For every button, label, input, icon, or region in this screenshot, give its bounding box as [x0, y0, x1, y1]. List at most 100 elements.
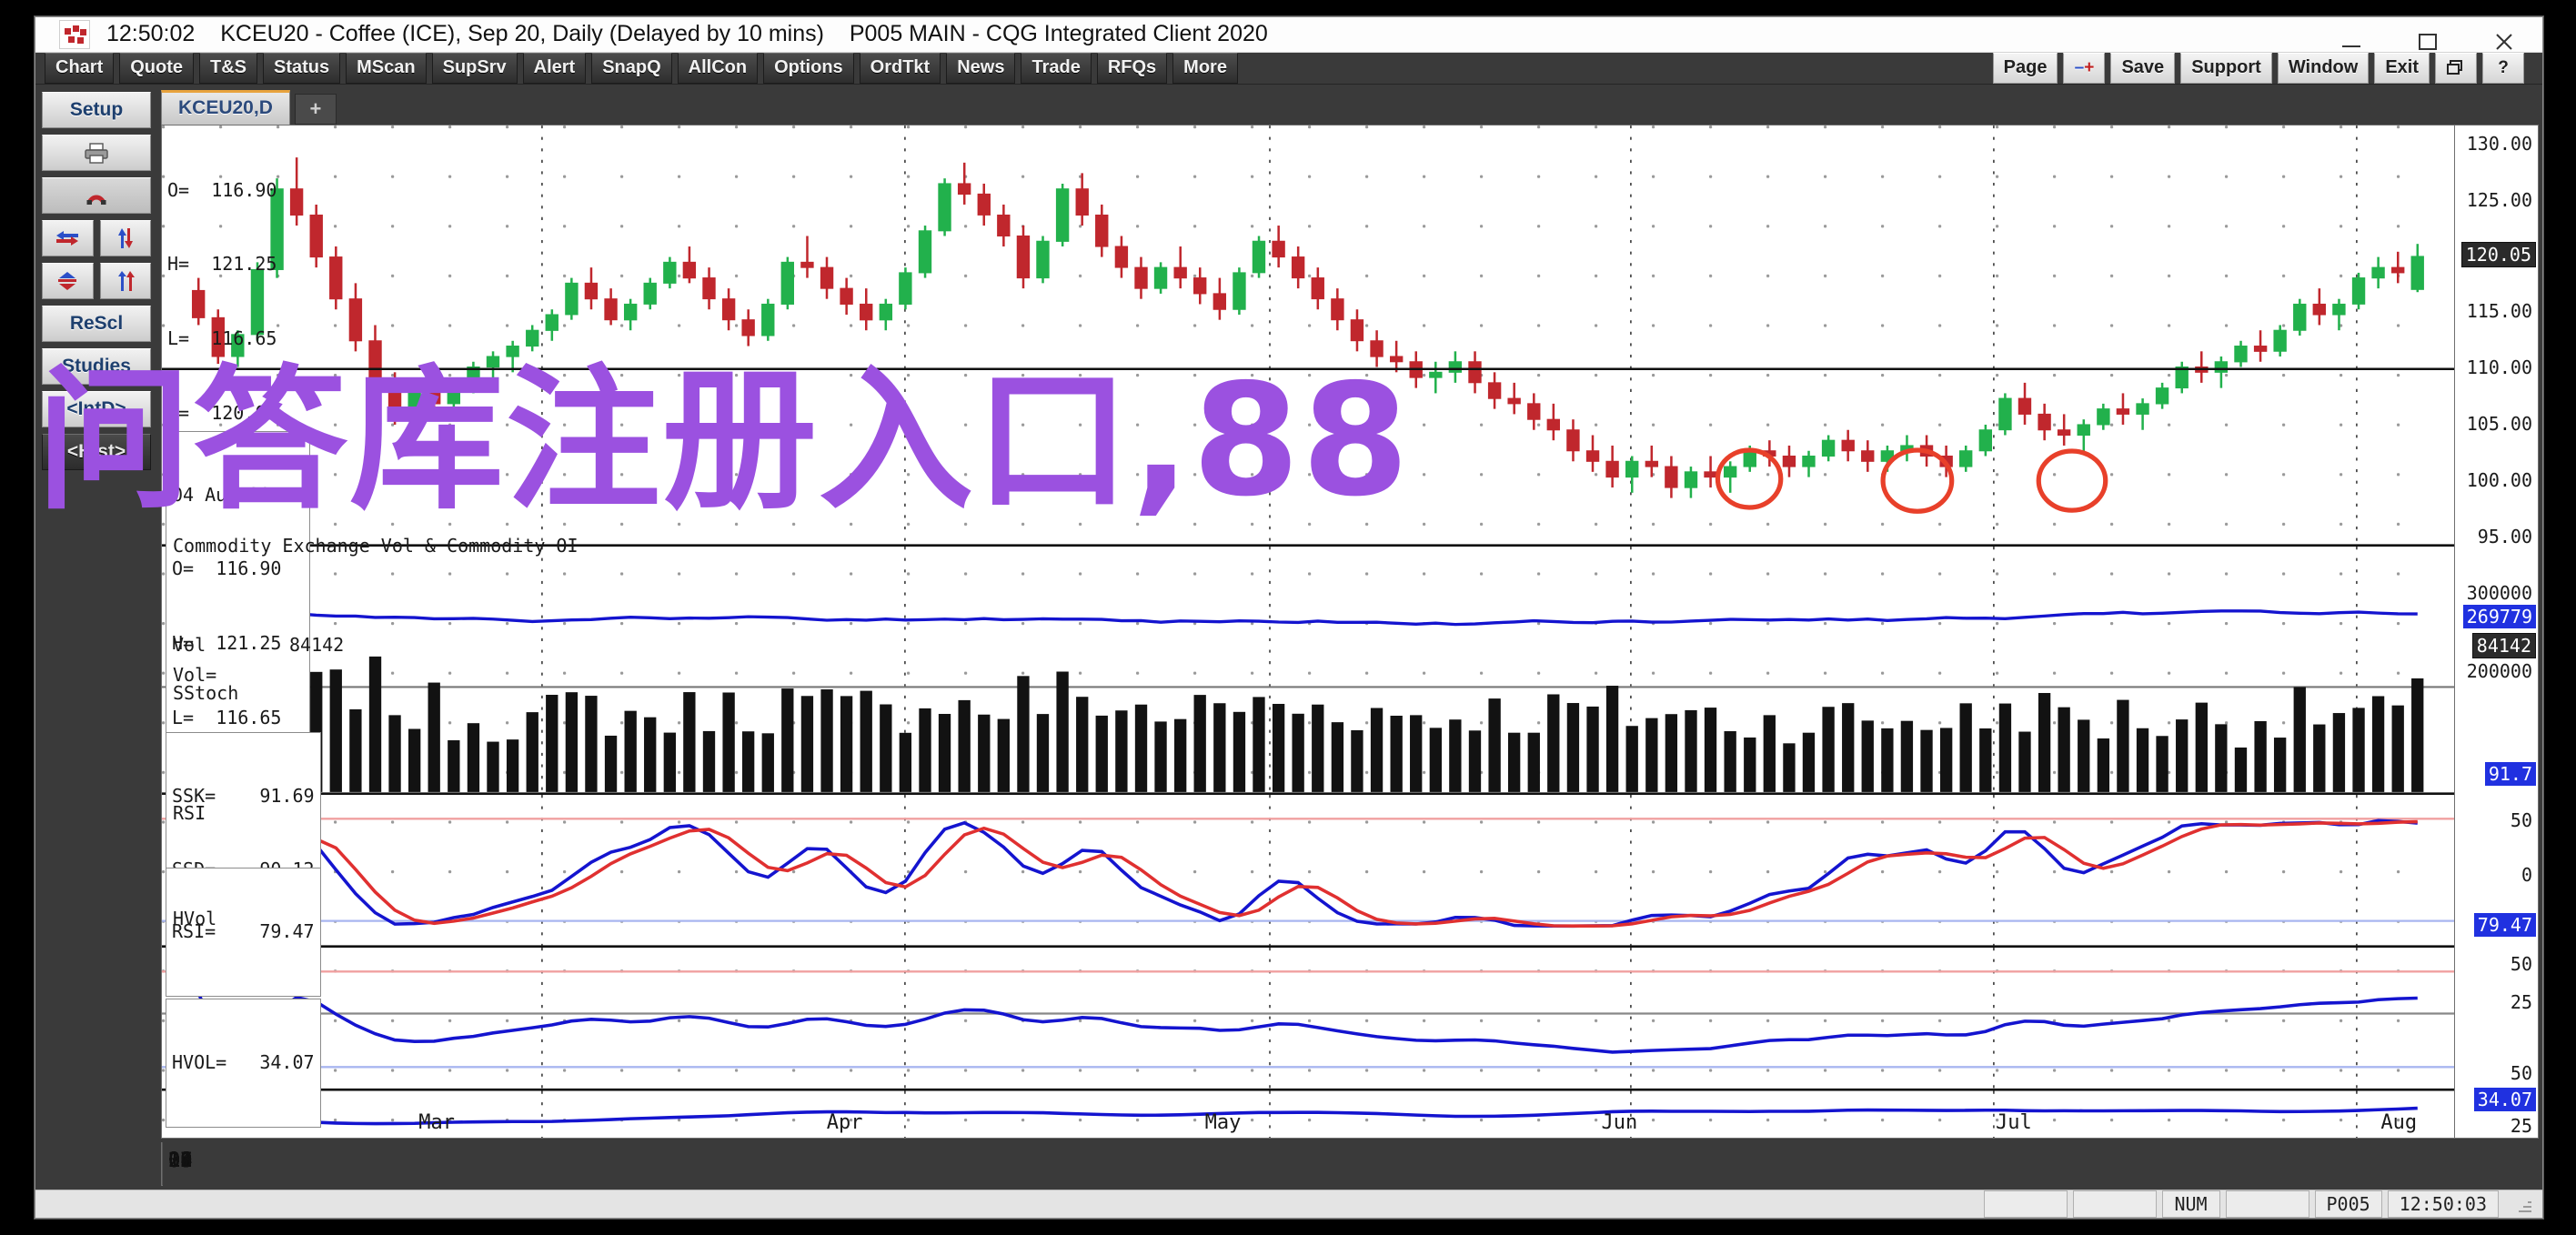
status-num-indicator: NUM — [2162, 1190, 2220, 1218]
arrows-vertical-icon — [115, 226, 136, 250]
toolbar-button-save[interactable]: Save — [2110, 53, 2175, 84]
toolbar-button-zoom-plusminus[interactable]: –+ — [2063, 53, 2105, 84]
toolbar-button-more[interactable]: More — [1172, 53, 1238, 84]
chart-tab-strip: KCEU20,D + — [157, 85, 2542, 125]
chart-area: O= 116.90 H= 121.25 L= 116.65 L= 120.05 … — [157, 125, 2542, 1142]
date-label: 03 — [168, 1150, 193, 1172]
status-bar: NUM P005 12:50:03 — [35, 1190, 2542, 1218]
toolbar-button-status[interactable]: Status — [263, 53, 340, 84]
resize-grip-icon[interactable] — [2506, 1190, 2533, 1218]
cqg-application-window: 12:50:02 KCEU20 - Coffee (ICE), Sep 20, … — [35, 16, 2543, 1219]
stochastics-panel-title: SStoch — [173, 682, 238, 704]
hvol-tick-25: 25 — [2511, 1115, 2532, 1137]
toolbar-button-alert[interactable]: Alert — [523, 53, 587, 84]
chart-column: KCEU20,D + — [157, 85, 2542, 1190]
arrows-horizontal-icon — [54, 228, 81, 248]
sidebar-button-magnet[interactable] — [42, 177, 151, 214]
open-interest-current-badge: 269779 — [2463, 605, 2536, 628]
month-label-aug: Aug — [2380, 1111, 2417, 1134]
toolbar-button-snapq[interactable]: SnapQ — [591, 53, 671, 84]
toolbar-button-ordtkt[interactable]: OrdTkt — [860, 53, 941, 84]
price-tick-110: 110.00 — [2467, 356, 2532, 378]
chart-canvas[interactable]: O= 116.90 H= 121.25 L= 116.65 L= 120.05 … — [161, 125, 2455, 1139]
price-tick-125: 125.00 — [2467, 189, 2532, 211]
toolbar-button-support[interactable]: Support — [2180, 53, 2272, 84]
hvol-readout-box: HVOL= 34.07 — [166, 999, 321, 1129]
chart-sidebar: Setup — [35, 85, 157, 1190]
price-tick-130: 130.00 — [2467, 133, 2532, 155]
rsi-tick-25: 25 — [2511, 991, 2532, 1013]
ohlc-high-label: H= — [167, 253, 189, 275]
rsi-value: 79.47 — [259, 920, 314, 942]
toolbar-button-rfqs[interactable]: RFQs — [1097, 53, 1167, 84]
hvol-tick-50: 50 — [2511, 1062, 2532, 1084]
sidebar-button-print[interactable] — [42, 135, 151, 171]
stochastic-tick-50: 50 — [2511, 809, 2532, 831]
cursor-low-value: 116.65 — [216, 707, 281, 728]
toolbar-button-quote[interactable]: Quote — [119, 53, 194, 84]
volume-panel-label: Vol — [173, 634, 206, 656]
add-tab-button[interactable]: + — [295, 94, 337, 125]
rsi-tick-50: 50 — [2511, 953, 2532, 975]
cursor-open-value: 116.90 — [216, 557, 281, 579]
ohlc-high-value: 121.25 — [211, 253, 277, 275]
toolbar-button-mscan[interactable]: MScan — [346, 53, 426, 84]
toolbar-button-supsrv[interactable]: SupSrv — [432, 53, 518, 84]
month-label-jul: Jul — [1996, 1111, 2032, 1134]
toolbar-right-group: Page –+ Save Support Window Exit ? — [1993, 53, 2530, 84]
main-toolbar: Chart Quote T&S Status MScan SupSrv Aler… — [35, 53, 2542, 85]
ohlc-low-label: L= — [167, 327, 189, 349]
sidebar-button-studies[interactable]: Studies — [42, 348, 151, 385]
toolbar-button-page[interactable]: Page — [1993, 53, 2058, 84]
sidebar-button-scroll-horizontal[interactable] — [42, 220, 94, 256]
toolbar-button-allcon[interactable]: AllCon — [678, 53, 758, 84]
status-cell-2 — [2073, 1190, 2157, 1218]
cursor-high-value: 121.25 — [216, 632, 281, 654]
status-cell-1 — [1984, 1190, 2068, 1218]
sidebar-button-expand-vertical[interactable] — [100, 263, 152, 299]
toolbar-button-chart[interactable]: Chart — [45, 53, 114, 84]
price-tick-95: 95.00 — [2478, 526, 2532, 547]
arrows-split-icon — [113, 269, 138, 293]
toolbar-button-trade[interactable]: Trade — [1021, 53, 1091, 84]
sidebar-button-rescale[interactable]: ReScl — [42, 306, 151, 342]
price-current-badge: 120.05 — [2461, 242, 2536, 267]
volume-tick-200000: 200000 — [2467, 660, 2532, 682]
tab-kceu20-daily[interactable]: KCEU20,D — [161, 90, 290, 125]
status-session-id: P005 — [2315, 1190, 2382, 1218]
sidebar-button-intraday[interactable]: <IntD> — [42, 391, 151, 427]
chart-plot-svg — [162, 126, 2454, 1138]
cursor-low-label: L= — [172, 707, 194, 728]
minus-icon: – — [2075, 58, 2085, 78]
hvol-panel-title: HVol — [173, 908, 216, 929]
window-title: 12:50:02 KCEU20 - Coffee (ICE), Sep 20, … — [106, 21, 1268, 47]
toolbar-button-window[interactable]: Window — [2278, 53, 2369, 84]
price-tick-105: 105.00 — [2467, 413, 2532, 435]
help-icon[interactable]: ? — [2482, 53, 2524, 84]
restore-icon[interactable] — [2435, 53, 2477, 84]
sidebar-button-compress-vertical[interactable] — [42, 263, 94, 299]
status-cell-4 — [2226, 1190, 2309, 1218]
volume-tick-300000: 300000 — [2467, 582, 2532, 604]
sidebar-row-arrows-1 — [42, 220, 151, 256]
sidebar-row-arrows-2 — [42, 263, 151, 299]
magnet-icon — [84, 185, 109, 206]
cursor-date: 04 Aug 20 — [172, 483, 304, 507]
toolbar-button-ts[interactable]: T&S — [199, 53, 257, 84]
sidebar-button-setup[interactable]: Setup — [42, 92, 151, 128]
plus-icon: + — [2084, 58, 2094, 78]
rsi-current-badge: 79.47 — [2474, 913, 2536, 937]
toolbar-button-options[interactable]: Options — [763, 53, 854, 84]
date-tick — [162, 1142, 163, 1185]
toolbar-button-news[interactable]: News — [946, 53, 1015, 84]
month-label-mar: Mar — [418, 1111, 455, 1134]
date-axis[interactable]: 2703101824020916233001061320270111182601… — [161, 1142, 163, 1186]
sidebar-button-scroll-vertical[interactable] — [100, 220, 152, 256]
price-axis[interactable]: 130.00 125.00 120.05 115.00 110.00 105.0… — [2455, 125, 2539, 1139]
sidebar-button-history[interactable]: <Hist> — [42, 434, 151, 470]
toolbar-button-exit[interactable]: Exit — [2374, 53, 2430, 84]
month-label-jun: Jun — [1602, 1111, 1638, 1134]
date-axis-row: 2703101824020916233001061320270111182601… — [157, 1142, 2542, 1190]
volume-panel-title: Commodity Exchange Vol & Commodity OI — [173, 535, 579, 557]
volume-panel-value: 84142 — [289, 634, 344, 656]
